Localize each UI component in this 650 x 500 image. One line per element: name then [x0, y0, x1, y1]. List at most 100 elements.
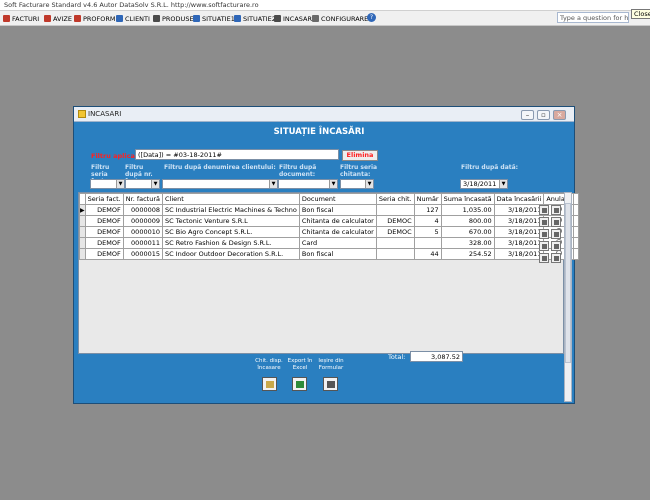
cell-numar[interactable]: 5 [413, 226, 442, 238]
cell-suma[interactable]: 254.52 [440, 248, 495, 260]
receipt-icon [266, 381, 274, 388]
cell-data[interactable]: 3/18/2011 [493, 226, 545, 238]
col-data[interactable]: Data încasării [493, 193, 545, 205]
filter-client-select[interactable]: ▼ [162, 179, 278, 189]
col-nr-factura[interactable]: Nr. factură [122, 193, 164, 205]
col-serie-chitanta[interactable]: Seria chit. [375, 193, 415, 205]
chevron-down-icon[interactable]: ▼ [499, 180, 507, 188]
cell-suma[interactable]: 670.00 [440, 226, 495, 238]
view-document-icon[interactable] [539, 241, 549, 251]
cell-numar[interactable]: 4 [413, 215, 442, 227]
print-icon[interactable] [551, 241, 561, 251]
menu-configurare[interactable]: CONFIGURARE [312, 13, 368, 24]
cell-client[interactable]: SC Indoor Outdoor Decoration S.R.L. [162, 248, 300, 260]
filter-nr-factura-select[interactable]: ▼ [125, 179, 160, 189]
cell-nr[interactable]: 0000011 [122, 237, 164, 249]
minimize-button[interactable]: – [521, 110, 534, 120]
print-icon[interactable] [551, 217, 561, 227]
cell-document[interactable]: Bon fiscal [298, 204, 377, 216]
table-row[interactable]: DEMOF 0000010 SC Bio Agro Concept S.R.L.… [79, 226, 580, 238]
cell-numar[interactable]: 127 [413, 204, 442, 216]
view-document-icon[interactable] [539, 253, 549, 263]
menu-situatie1[interactable]: SITUATIE1 [193, 13, 235, 24]
cell-serie[interactable]: DEMOF [84, 204, 124, 216]
menu-produse[interactable]: PRODUSE [153, 13, 194, 24]
filter-serie-chitanta-select[interactable]: ▼ [340, 179, 374, 189]
filter-data-select[interactable]: 3/18/2011 ▼ [460, 179, 508, 189]
cell-data[interactable]: 3/18/2011 [493, 215, 545, 227]
print-icon[interactable] [551, 253, 561, 263]
chevron-down-icon[interactable]: ▼ [269, 180, 277, 188]
cell-document[interactable]: Chitanta de calculator [298, 215, 377, 227]
cell-data[interactable]: 3/18/2011 [493, 204, 545, 216]
chevron-down-icon[interactable]: ▼ [365, 180, 373, 188]
table-row[interactable]: DEMOF 0000011 SC Retro Fashion & Design … [79, 237, 580, 249]
receipt-button[interactable] [262, 377, 277, 391]
table-row[interactable]: DEMOF 0000015 SC Indoor Outdoor Decorati… [79, 248, 580, 260]
cell-data[interactable]: 3/18/2011 [493, 248, 545, 260]
cell-client[interactable]: SC Industrial Electric Machines & Techno [162, 204, 300, 216]
cell-suma[interactable]: 800.00 [440, 215, 495, 227]
cell-data[interactable]: 3/18/2011 [493, 237, 545, 249]
cell-serie[interactable]: DEMOF [84, 215, 124, 227]
menu-avize[interactable]: AVIZE [44, 13, 72, 24]
menu-incasari[interactable]: INCASARI [274, 13, 314, 24]
cell-serie[interactable]: DEMOF [84, 248, 124, 260]
situatie1-icon [193, 15, 200, 22]
col-client[interactable]: Client [162, 193, 300, 205]
remove-filter-button[interactable]: Elimina [342, 150, 378, 161]
col-suma[interactable]: Suma încasată [440, 193, 495, 205]
exit-form-button[interactable] [323, 377, 338, 391]
scrollbar-thumb[interactable] [565, 203, 571, 363]
menu-facturi[interactable]: FACTURI [3, 13, 39, 24]
ask-question-input[interactable]: Type a question for help [557, 12, 629, 23]
view-document-icon[interactable] [539, 205, 549, 215]
table-row[interactable]: DEMOF 0000009 SC Tectonic Venture S.R.L … [79, 215, 580, 227]
restore-button[interactable]: ▫ [537, 110, 550, 120]
cell-nr[interactable]: 0000009 [122, 215, 164, 227]
filter-applied-field[interactable]: ([Data]) = #03-18-2011# [135, 149, 339, 160]
table-row[interactable]: ▶ DEMOF 0000008 SC Industrial Electric M… [79, 204, 580, 216]
cell-nr[interactable]: 0000010 [122, 226, 164, 238]
view-document-icon[interactable] [539, 217, 549, 227]
cell-serie[interactable]: DEMOF [84, 226, 124, 238]
close-button[interactable]: × [553, 110, 566, 120]
chevron-down-icon[interactable]: ▼ [329, 180, 337, 188]
menu-proforme[interactable]: PROFORME [74, 13, 120, 24]
cell-suma[interactable]: 1,035.00 [440, 204, 495, 216]
cell-document[interactable]: Chitanta de calculator [298, 226, 377, 238]
help-icon[interactable]: ? [367, 13, 376, 22]
cell-numar[interactable]: 44 [413, 248, 442, 260]
menu-clienti[interactable]: CLIENTI [116, 13, 150, 24]
cell-serie-chit[interactable] [375, 204, 415, 216]
filter-serie-chitanta-label: Filtru seria chitanta: [340, 164, 378, 178]
cell-serie-chit[interactable] [375, 237, 415, 249]
cell-suma[interactable]: 328.00 [440, 237, 495, 249]
cell-serie-chit[interactable]: DEMOC [375, 226, 415, 238]
cell-numar[interactable] [413, 237, 442, 249]
export-excel-button[interactable] [292, 377, 307, 391]
cell-client[interactable]: SC Tectonic Venture S.R.L [162, 215, 300, 227]
filter-serie-factura-select[interactable]: ▼ [90, 179, 125, 189]
cell-document[interactable]: Bon fiscal [298, 248, 377, 260]
col-serie-factura[interactable]: Seria fact. [84, 193, 124, 205]
cell-client[interactable]: SC Retro Fashion & Design S.R.L. [162, 237, 300, 249]
cell-nr[interactable]: 0000008 [122, 204, 164, 216]
view-document-icon[interactable] [539, 229, 549, 239]
vertical-scrollbar[interactable] [564, 192, 572, 402]
chevron-down-icon[interactable]: ▼ [116, 180, 124, 188]
cell-document[interactable]: Card [298, 237, 377, 249]
filter-document-select[interactable]: ▼ [278, 179, 338, 189]
cell-client[interactable]: SC Bio Agro Concept S.R.L. [162, 226, 300, 238]
cell-serie-chit[interactable]: DEMOC [375, 215, 415, 227]
col-numar[interactable]: Număr [413, 193, 442, 205]
cell-serie-chit[interactable] [375, 248, 415, 260]
print-icon[interactable] [551, 229, 561, 239]
exit-button-label: Ieșire din Formular [318, 358, 344, 371]
print-icon[interactable] [551, 205, 561, 215]
cell-serie[interactable]: DEMOF [84, 237, 124, 249]
chevron-down-icon[interactable]: ▼ [151, 180, 159, 188]
cell-nr[interactable]: 0000015 [122, 248, 164, 260]
menu-situatie2[interactable]: SITUATIE2 [234, 13, 276, 24]
col-document[interactable]: Document [298, 193, 377, 205]
